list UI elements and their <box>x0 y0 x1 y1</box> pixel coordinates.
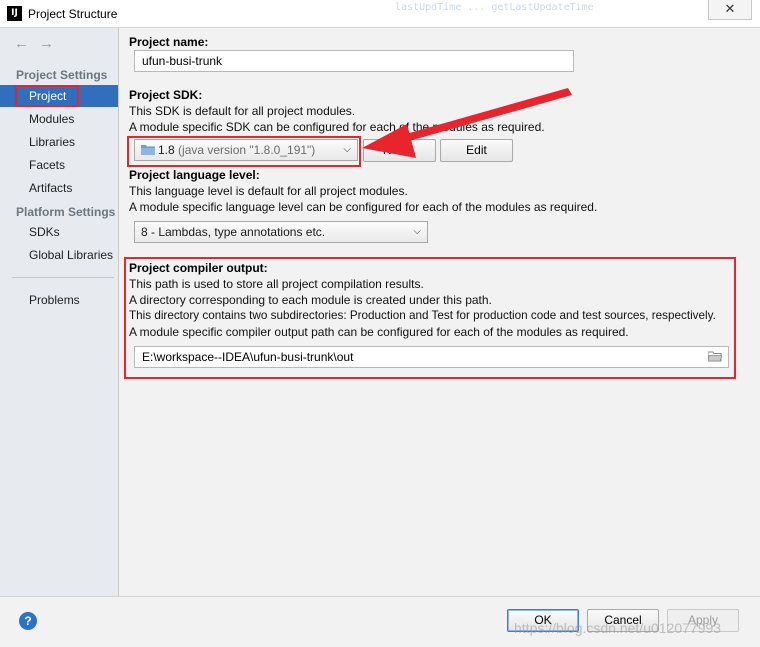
sidebar-item-label: Problems <box>29 293 80 307</box>
help-icon[interactable]: ? <box>19 612 37 630</box>
sidebar-item-libraries[interactable]: Libraries <box>0 131 118 153</box>
sidebar-item-label: Global Libraries <box>29 248 114 262</box>
compiler-output-path: E:\workspace--IDEA\ufun-busi-trunk\out <box>142 350 354 364</box>
language-level-value: 8 - Lambdas, type annotations etc. <box>141 225 326 239</box>
edit-sdk-button[interactable]: Edit <box>440 139 513 162</box>
compiler-output-desc-4: A module specific compiler output path c… <box>129 325 629 339</box>
compiler-output-desc-3: This directory contains two subdirectori… <box>129 309 716 322</box>
platform-settings-header: Platform Settings <box>16 205 116 219</box>
sidebar: ← → Project Settings Project Modules Libr… <box>0 28 119 596</box>
language-level-dropdown[interactable]: 8 - Lambdas, type annotations etc. ⌵ <box>134 221 428 243</box>
project-sdk-desc-1: This SDK is default for all project modu… <box>129 104 356 118</box>
chevron-down-icon: ⌵ <box>343 144 351 155</box>
sidebar-divider <box>12 277 114 278</box>
forward-arrow-icon[interactable]: → <box>39 35 54 52</box>
sidebar-item-problems[interactable]: Problems <box>0 289 118 311</box>
sidebar-item-facets[interactable]: Facets <box>0 154 118 176</box>
project-sdk-label: Project SDK: <box>129 88 203 102</box>
compiler-output-desc-2: A directory corresponding to each module… <box>129 293 492 307</box>
title-bar: IJ Project Structure lastUpdTime ... get… <box>0 0 760 28</box>
watermark-text: https://blog.csdn.net/u012077993 <box>514 620 722 636</box>
sidebar-item-sdks[interactable]: SDKs <box>0 221 118 243</box>
compiler-output-path-input[interactable]: E:\workspace--IDEA\ufun-busi-trunk\out <box>134 346 729 368</box>
sidebar-item-label: Libraries <box>29 135 76 149</box>
language-level-desc-2: A module specific language level can be … <box>129 200 598 214</box>
browse-folder-icon[interactable] <box>708 351 722 362</box>
sidebar-item-project[interactable]: Project <box>0 85 118 107</box>
sidebar-item-global-libraries[interactable]: Global Libraries <box>0 244 118 266</box>
background-editor-code: lastUpdTime ... getLastUpdateTime <box>395 2 594 13</box>
sidebar-item-label: Artifacts <box>29 181 73 195</box>
project-name-label: Project name: <box>129 35 209 49</box>
project-name-input[interactable]: ufun-busi-trunk <box>134 50 574 72</box>
language-level-desc-1: This language level is default for all p… <box>129 184 408 198</box>
project-settings-header: Project Settings <box>16 68 108 82</box>
compiler-output-label: Project compiler output: <box>129 261 268 275</box>
nav-arrows: ← → <box>14 35 64 52</box>
sidebar-item-modules[interactable]: Modules <box>0 108 118 130</box>
sidebar-item-label: Modules <box>29 112 75 126</box>
project-settings-panel: Project name: ufun-busi-trunk Project SD… <box>119 28 760 596</box>
sidebar-item-artifacts[interactable]: Artifacts <box>0 177 118 199</box>
new-sdk-button[interactable]: New... <box>363 139 436 162</box>
sidebar-item-label: Facets <box>29 158 66 172</box>
compiler-output-desc-1: This path is used to store all project c… <box>129 277 424 291</box>
dialog-footer: ? OK Cancel Apply https://blog.csdn.net/… <box>0 596 760 647</box>
sdk-dropdown[interactable]: 1.8 (java version "1.8.0_191") ⌵ <box>134 139 358 161</box>
chevron-down-icon: ⌵ <box>413 226 421 237</box>
back-arrow-icon[interactable]: ← <box>14 35 29 52</box>
sidebar-item-label: Project <box>29 89 67 103</box>
intellij-app-icon: IJ <box>7 6 22 21</box>
language-level-label: Project language level: <box>129 168 260 182</box>
close-button[interactable]: ✕ <box>708 0 752 20</box>
project-sdk-desc-2: A module specific SDK can be configured … <box>129 120 545 134</box>
sidebar-item-label: SDKs <box>29 225 60 239</box>
window-title: Project Structure <box>28 7 118 21</box>
sdk-version: 1.8 <box>158 143 175 157</box>
sdk-version-detail: (java version "1.8.0_191") <box>178 143 316 157</box>
sdk-folder-icon <box>141 145 155 155</box>
